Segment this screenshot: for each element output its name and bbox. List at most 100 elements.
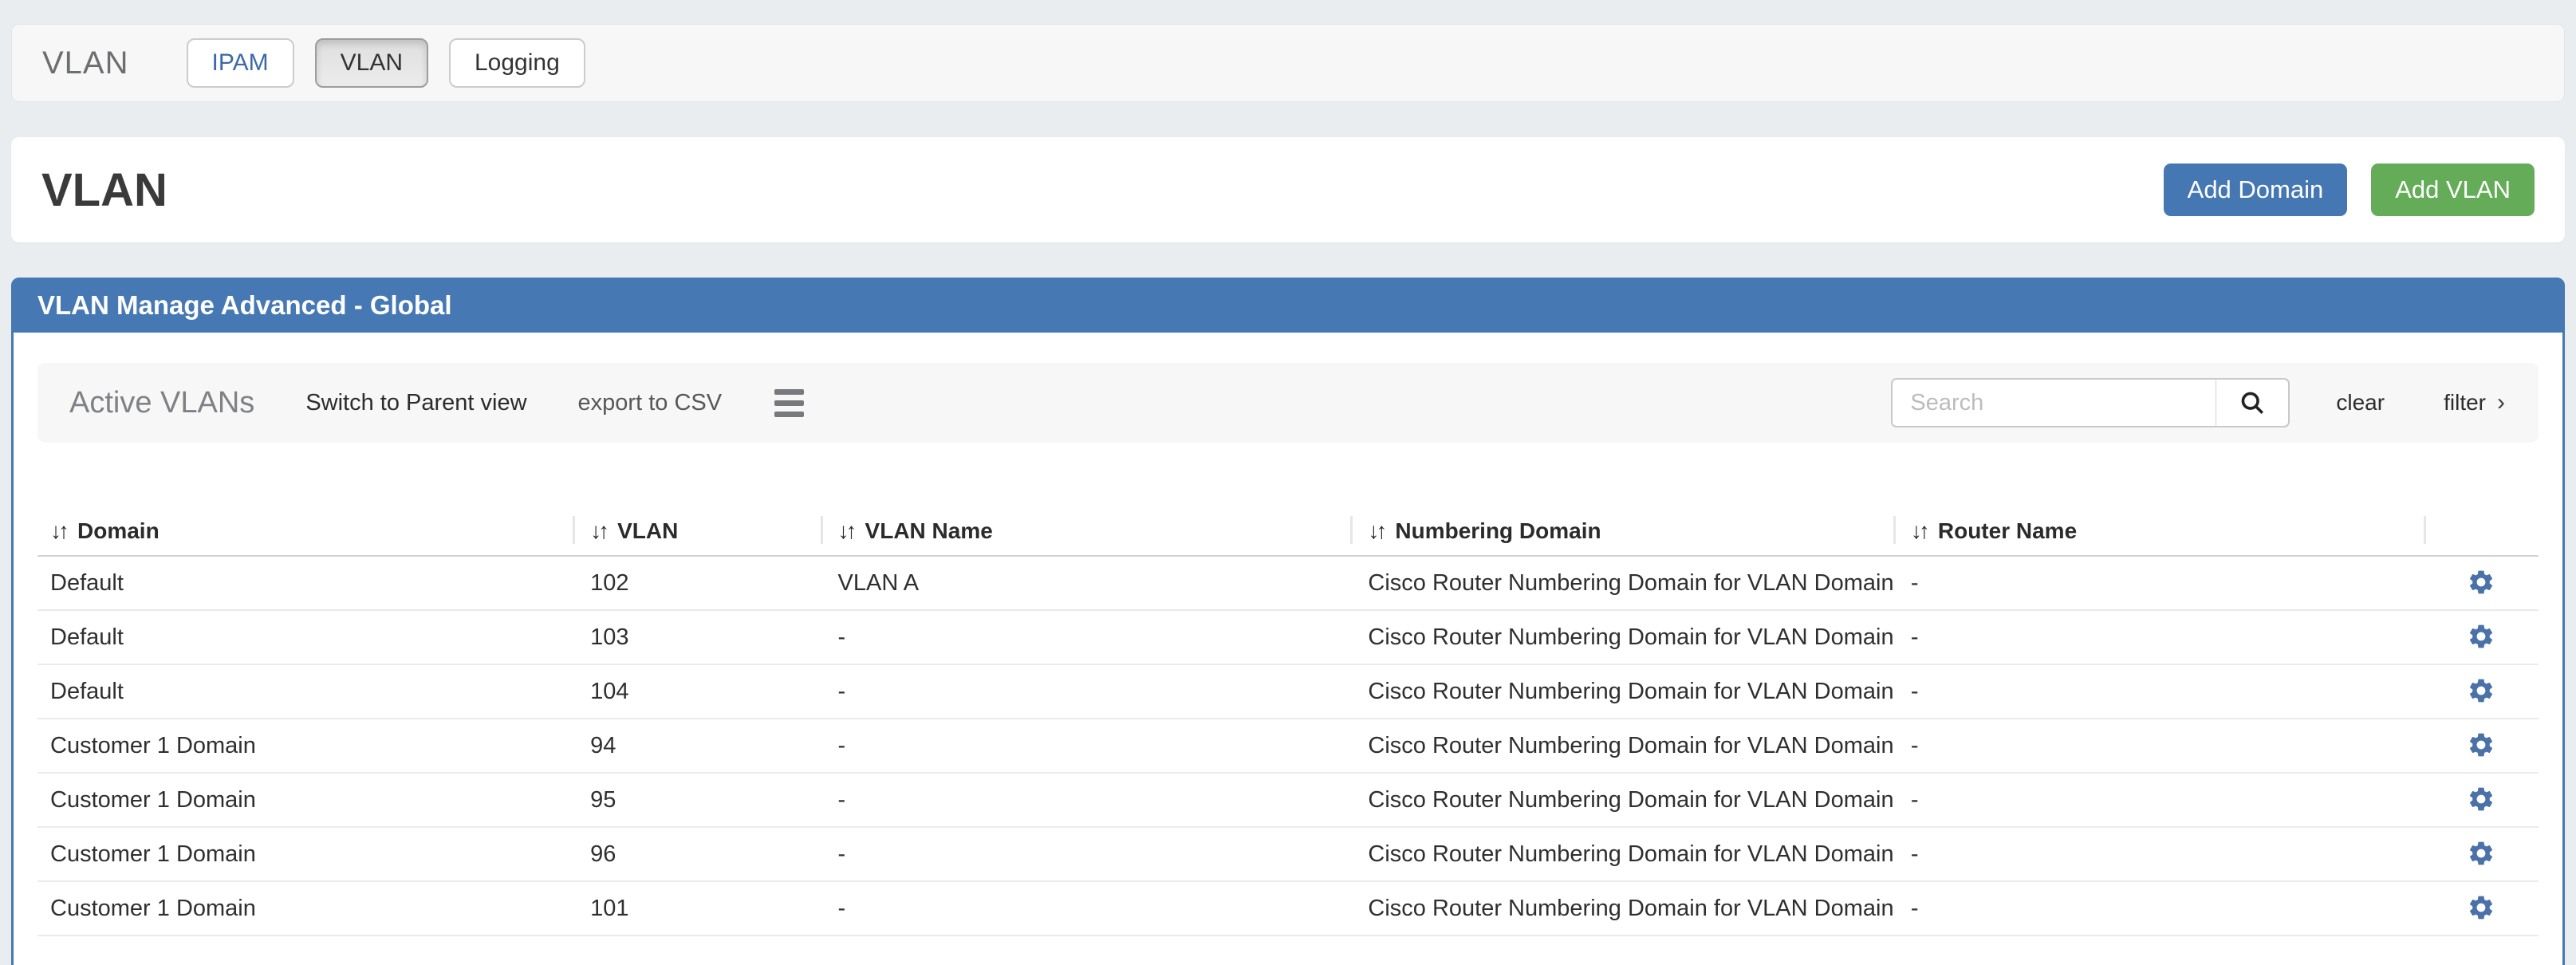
cell-numbering-domain: Cisco Router Numbering Domain for VLAN D…	[1350, 556, 1893, 610]
column-label: Domain	[77, 518, 160, 543]
cell-domain: Customer 1 Domain	[37, 827, 573, 881]
table-row: Default 102 VLAN A Cisco Router Numberin…	[37, 556, 2539, 610]
cell-vlan-name: -	[821, 881, 1351, 935]
add-domain-button[interactable]: Add Domain	[2164, 163, 2348, 216]
cell-vlan-name: -	[821, 827, 1351, 881]
clear-link[interactable]: clear	[2336, 390, 2385, 416]
table-row: Default 104 - Cisco Router Numbering Dom…	[37, 664, 2539, 719]
sort-icon: ↓↑	[1368, 518, 1384, 543]
cell-numbering-domain: Cisco Router Numbering Domain for VLAN D…	[1350, 881, 1893, 935]
cell-vlan-name: -	[821, 610, 1351, 664]
cell-vlan: 102	[573, 556, 820, 610]
column-label: VLAN	[617, 518, 678, 543]
page-title: VLAN	[41, 163, 2164, 217]
cell-vlan: 101	[573, 881, 820, 935]
row-settings-button[interactable]	[2462, 672, 2500, 710]
chevron-right-icon: ›	[2497, 389, 2505, 416]
cell-numbering-domain: Cisco Router Numbering Domain for VLAN D…	[1350, 773, 1893, 827]
sort-icon: ↓↑	[590, 518, 606, 543]
search-button[interactable]	[2216, 378, 2290, 427]
column-header-domain[interactable]: ↓↑ Domain	[37, 506, 573, 556]
cell-numbering-domain: Cisco Router Numbering Domain for VLAN D…	[1350, 719, 1893, 773]
tab-logging[interactable]: Logging	[449, 38, 585, 88]
add-vlan-button[interactable]: Add VLAN	[2371, 163, 2535, 216]
magnifier-icon	[2238, 388, 2267, 417]
cell-vlan-name: VLAN A	[821, 556, 1351, 610]
row-settings-button[interactable]	[2462, 888, 2500, 927]
cell-router-name: -	[1893, 881, 2424, 935]
cell-router-name: -	[1893, 719, 2424, 773]
vlan-table-wrap: ↓↑ Domain ↓↑ VLAN ↓↑ VLAN Name ↓↑ Numbering …	[37, 506, 2539, 936]
cell-domain: Customer 1 Domain	[37, 773, 573, 827]
cell-domain: Default	[37, 610, 573, 664]
cell-router-name: -	[1893, 556, 2424, 610]
table-toolbar: Active VLANs Switch to Parent view expor…	[37, 363, 2539, 443]
column-header-vlan[interactable]: ↓↑ VLAN	[573, 506, 820, 556]
gear-icon	[2467, 676, 2495, 705]
table-row: Customer 1 Domain 101 - Cisco Router Num…	[37, 881, 2539, 935]
cell-domain: Default	[37, 664, 573, 719]
row-settings-button[interactable]	[2462, 780, 2500, 818]
sort-icon: ↓↑	[50, 518, 66, 543]
cell-actions	[2424, 881, 2539, 935]
cell-actions	[2424, 664, 2539, 719]
row-settings-button[interactable]	[2462, 617, 2500, 656]
cell-router-name: -	[1893, 827, 2424, 881]
table-row: Customer 1 Domain 94 - Cisco Router Numb…	[37, 719, 2539, 773]
column-label: Router Name	[1938, 518, 2077, 543]
search-input[interactable]	[1891, 378, 2216, 427]
vlan-table: ↓↑ Domain ↓↑ VLAN ↓↑ VLAN Name ↓↑ Numbering …	[37, 506, 2539, 936]
table-row: Default 103 - Cisco Router Numbering Dom…	[37, 610, 2539, 664]
vlan-table-body: Default 102 VLAN A Cisco Router Numberin…	[37, 556, 2539, 935]
module-title: VLAN	[42, 45, 129, 81]
gear-icon	[2467, 893, 2495, 922]
gear-icon	[2467, 622, 2495, 651]
switch-parent-view-link[interactable]: Switch to Parent view	[305, 390, 526, 416]
cell-vlan-name: -	[821, 664, 1351, 719]
search-group	[1891, 378, 2290, 427]
cell-actions	[2424, 610, 2539, 664]
tab-vlan[interactable]: VLAN	[315, 38, 428, 88]
filter-link[interactable]: filter ›	[2444, 389, 2505, 416]
row-settings-button[interactable]	[2462, 834, 2500, 872]
vlan-manage-panel: VLAN Manage Advanced - Global Active VLA…	[11, 278, 2565, 965]
module-tabs: IPAM VLAN Logging	[187, 38, 585, 88]
cell-numbering-domain: Cisco Router Numbering Domain for VLAN D…	[1350, 827, 1893, 881]
cell-actions	[2424, 827, 2539, 881]
cell-actions	[2424, 773, 2539, 827]
panel-body: Active VLANs Switch to Parent view expor…	[14, 333, 2562, 965]
cell-vlan: 94	[573, 719, 820, 773]
cell-domain: Default	[37, 556, 573, 610]
sort-icon: ↓↑	[838, 518, 854, 543]
cell-numbering-domain: Cisco Router Numbering Domain for VLAN D…	[1350, 664, 1893, 719]
table-header-row: ↓↑ Domain ↓↑ VLAN ↓↑ VLAN Name ↓↑ Numbering …	[37, 506, 2539, 556]
export-csv-link[interactable]: export to CSV	[578, 390, 723, 416]
cell-actions	[2424, 556, 2539, 610]
cell-vlan: 96	[573, 827, 820, 881]
column-header-numbering-domain[interactable]: ↓↑ Numbering Domain	[1350, 506, 1893, 556]
column-label: VLAN Name	[865, 518, 993, 543]
cell-vlan-name: -	[821, 773, 1351, 827]
cell-router-name: -	[1893, 664, 2424, 719]
gear-icon	[2467, 785, 2495, 813]
table-row: Customer 1 Domain 96 - Cisco Router Numb…	[37, 827, 2539, 881]
column-label: Numbering Domain	[1395, 518, 1601, 543]
cell-vlan-name: -	[821, 719, 1351, 773]
cell-router-name: -	[1893, 610, 2424, 664]
row-settings-button[interactable]	[2462, 726, 2500, 764]
column-header-router-name[interactable]: ↓↑ Router Name	[1893, 506, 2424, 556]
filter-label: filter	[2444, 390, 2486, 415]
page-header-card: VLAN Add Domain Add VLAN	[11, 137, 2565, 242]
cell-router-name: -	[1893, 773, 2424, 827]
sort-icon: ↓↑	[1911, 518, 1927, 543]
hamburger-menu-icon[interactable]	[774, 389, 804, 417]
cell-domain: Customer 1 Domain	[37, 719, 573, 773]
column-header-vlan-name[interactable]: ↓↑ VLAN Name	[821, 506, 1351, 556]
gear-icon	[2467, 568, 2495, 597]
cell-actions	[2424, 719, 2539, 773]
cell-numbering-domain: Cisco Router Numbering Domain for VLAN D…	[1350, 610, 1893, 664]
row-settings-button[interactable]	[2462, 563, 2500, 601]
cell-vlan: 104	[573, 664, 820, 719]
panel-title: VLAN Manage Advanced - Global	[14, 280, 2562, 333]
tab-ipam[interactable]: IPAM	[187, 38, 294, 88]
